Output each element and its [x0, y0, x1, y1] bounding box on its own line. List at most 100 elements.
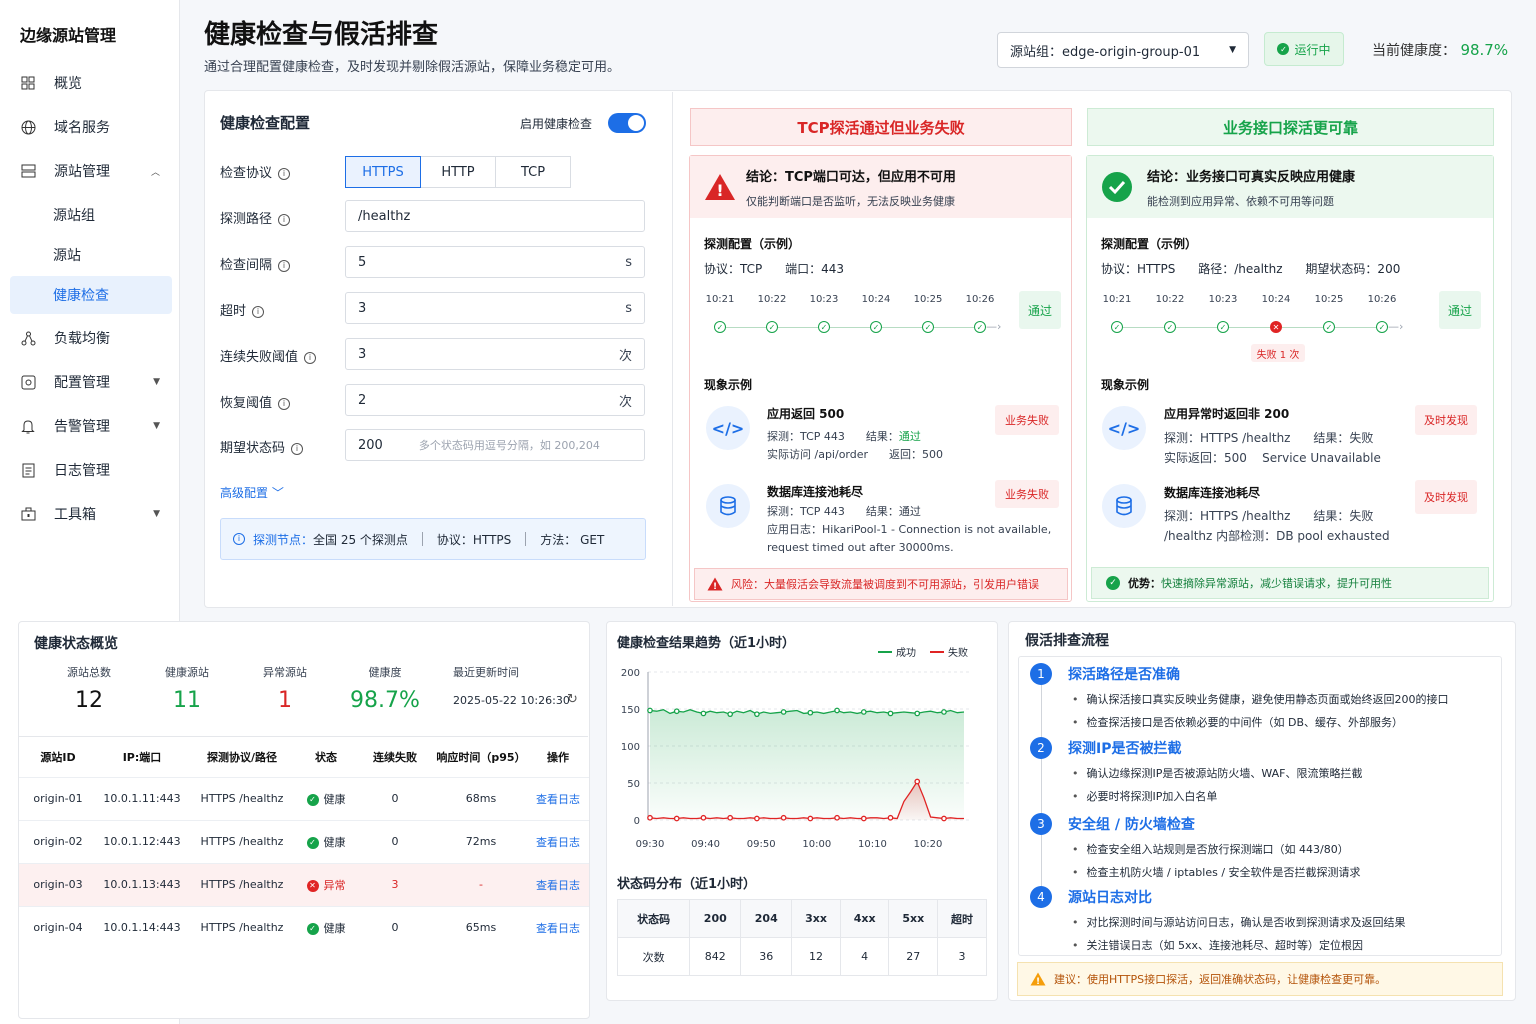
cell-probe: HTTPS /healthz	[187, 776, 297, 820]
fail-threshold-input[interactable]: 3次	[345, 338, 645, 370]
nav-domain[interactable]: 域名服务	[10, 108, 172, 146]
nav-origin[interactable]: 源站	[10, 236, 172, 274]
timeline-time: 10:25	[1314, 294, 1344, 305]
enable-toggle[interactable]	[608, 113, 646, 133]
protocol-https[interactable]: HTTPS	[345, 156, 421, 188]
refresh-icon[interactable]: ↻	[567, 692, 578, 707]
http-pass-badge: 通过	[1439, 291, 1481, 329]
table-row[interactable]: origin-02 10.0.1.12:443 HTTPS /healthz ✓ 健康 0…	[19, 819, 589, 863]
nav-label: 域名服务	[54, 120, 110, 136]
cell-id: origin-04	[19, 905, 97, 949]
tcp-ex2-line2: 应用日志：HikariPool-1 - Connection is not av…	[767, 523, 1052, 536]
timeline-time: 10:22	[757, 294, 787, 305]
updated-time: 2025-05-22 10:26:30	[453, 694, 570, 707]
tcp-ex2-line3: request timed out after 30000ms.	[767, 541, 954, 554]
nav-label: 源站组	[53, 208, 95, 224]
timeline-time: 10:23	[809, 294, 839, 305]
advanced-label: 高级配置	[220, 486, 269, 500]
http-ex2-tag: 及时发现	[1415, 480, 1477, 514]
table-header: 源站ID IP:端口 探测协议/路径 状态 连续失败 响应时间（p95） 操作	[19, 737, 589, 777]
tip-text: 建议：使用HTTPS接口探活，返回准确状态码，让健康检查更可靠。	[1054, 973, 1387, 986]
status-code-input[interactable]: 200 多个状态码用逗号分隔，如 200,204	[345, 429, 645, 461]
codes-count-cell: 842	[689, 937, 742, 976]
cell-fails: 0	[355, 905, 435, 949]
protocol-label-text: 检查协议	[220, 166, 273, 181]
nav-health-check[interactable]: 健康检查	[10, 276, 172, 314]
timeout-label-text: 超时	[220, 304, 247, 319]
nav-overview[interactable]: 概览	[10, 64, 172, 102]
codes-title: 状态码分布（近1小时）	[617, 877, 757, 892]
interval-input[interactable]: 5s	[345, 246, 645, 278]
x-tick-label: 10:20	[914, 839, 943, 850]
codes-header-cell: 4xx	[839, 899, 890, 938]
nav-origin-manage[interactable]: 源站管理 ︿	[10, 152, 172, 190]
view-log-link[interactable]: 查看日志	[536, 793, 580, 806]
tcp-conclusion-sub: 仅能判断端口是否监听，无法反映业务健康	[746, 194, 955, 208]
origin-group-select[interactable]: 源站组：edge-origin-group-01 ▼	[997, 32, 1249, 68]
cell-fails: 3	[355, 862, 435, 906]
tcp-probe-title: 探测配置（示例）	[704, 237, 801, 251]
step-title: 探活路径是否准确	[1068, 667, 1180, 683]
table-row[interactable]: origin-04 10.0.1.14:443 HTTPS /healthz ✓ 健康 0…	[19, 905, 589, 949]
tcp-ex1-desc: 探测：TCP 443 结果：通过 实际访问 /api/order 返回：500	[767, 428, 943, 464]
fail-threshold-label: 连续失败阈值 i	[220, 346, 317, 365]
status-text: 异常	[323, 878, 346, 892]
stat-value: 98.7%	[350, 688, 420, 713]
pass-dot-icon: ✓	[714, 321, 726, 333]
chevron-up-icon: ︿	[150, 167, 160, 178]
data-point	[754, 711, 760, 718]
codes-count-cell: 次数	[616, 937, 691, 976]
codes-header-cell: 超时	[937, 899, 987, 938]
step-item: 必要时将探测IP加入白名单	[1072, 788, 1218, 804]
timeout-input[interactable]: 3s	[345, 292, 645, 324]
doc-icon	[20, 462, 36, 478]
path-input[interactable]: /healthz	[345, 200, 645, 232]
advanced-config-link[interactable]: 高级配置 ﹀	[220, 484, 284, 501]
table-row[interactable]: origin-03 10.0.1.13:443 HTTPS /healthz ✕ 异常 3…	[19, 862, 589, 906]
data-point	[807, 815, 814, 822]
timeline-connector	[778, 327, 818, 328]
nav-toolbox[interactable]: 工具箱 ▼	[10, 495, 172, 533]
warning-icon: !	[1030, 972, 1046, 986]
data-point	[860, 709, 867, 715]
table-row[interactable]: origin-01 10.0.1.11:443 HTTPS /healthz ✓ 健康 0…	[19, 776, 589, 820]
http-probe-line: 协议：HTTPS 路径：/healthz 期望状态码：200	[1101, 262, 1401, 276]
stat-label: 健康度	[368, 666, 402, 679]
nav-load-balance[interactable]: 负载均衡	[10, 319, 172, 357]
protocol-http[interactable]: HTTP	[420, 156, 496, 188]
codes-header-row: 状态码 200 204 3xx 4xx 5xx 超时	[616, 899, 987, 938]
check-circle-icon: ✓	[1277, 43, 1290, 55]
cell-ip: 10.0.1.14:443	[97, 905, 187, 949]
overview-title: 健康状态概览	[34, 636, 118, 652]
timeline-arrow: —›	[1388, 320, 1404, 333]
nav-config[interactable]: 配置管理 ▼	[10, 363, 172, 401]
pass-dot-icon: ✓	[818, 321, 830, 333]
share-icon	[20, 330, 36, 346]
timeline-connector	[830, 327, 870, 328]
view-log-link[interactable]: 查看日志	[536, 879, 580, 892]
settings-icon	[20, 374, 36, 390]
probe-info-bar: i 探测节点： 全国 25 个探测点 协议：HTTPS 方法： GET	[220, 518, 646, 560]
view-log-link[interactable]: 查看日志	[536, 836, 580, 849]
status-badge: ✓ 运行中	[1264, 32, 1344, 66]
nav-alert[interactable]: 告警管理 ▼	[10, 407, 172, 445]
check-circle-icon: ✓	[1106, 576, 1120, 590]
column-header: 操作	[527, 737, 589, 777]
nav-origin-group[interactable]: 源站组	[10, 196, 172, 234]
nav-log[interactable]: 日志管理	[10, 451, 172, 489]
http-conclusion-title: 结论：业务接口可真实反映应用健康	[1147, 169, 1356, 185]
cell-probe: HTTPS /healthz	[187, 819, 297, 863]
protocol-tcp[interactable]: TCP	[495, 156, 571, 188]
recover-threshold-input[interactable]: 2次	[345, 384, 645, 416]
data-point	[834, 707, 840, 714]
pass-dot-icon: ✓	[1164, 321, 1176, 333]
view-log-link[interactable]: 查看日志	[536, 922, 580, 935]
http-ex1-line1: 探测：HTTPS /healthz 结果：失败	[1164, 431, 1374, 445]
page-subtitle: 通过合理配置健康检查，及时发现并剔除假活源站，保障业务稳定可用。	[204, 60, 621, 75]
interval-unit: s	[625, 254, 632, 270]
column-header: 响应时间（p95）	[435, 737, 527, 777]
step-number-icon: 4	[1030, 886, 1052, 908]
codes-count-cell: 3	[937, 937, 987, 976]
column-header: 连续失败	[355, 737, 435, 777]
data-point	[941, 709, 947, 715]
